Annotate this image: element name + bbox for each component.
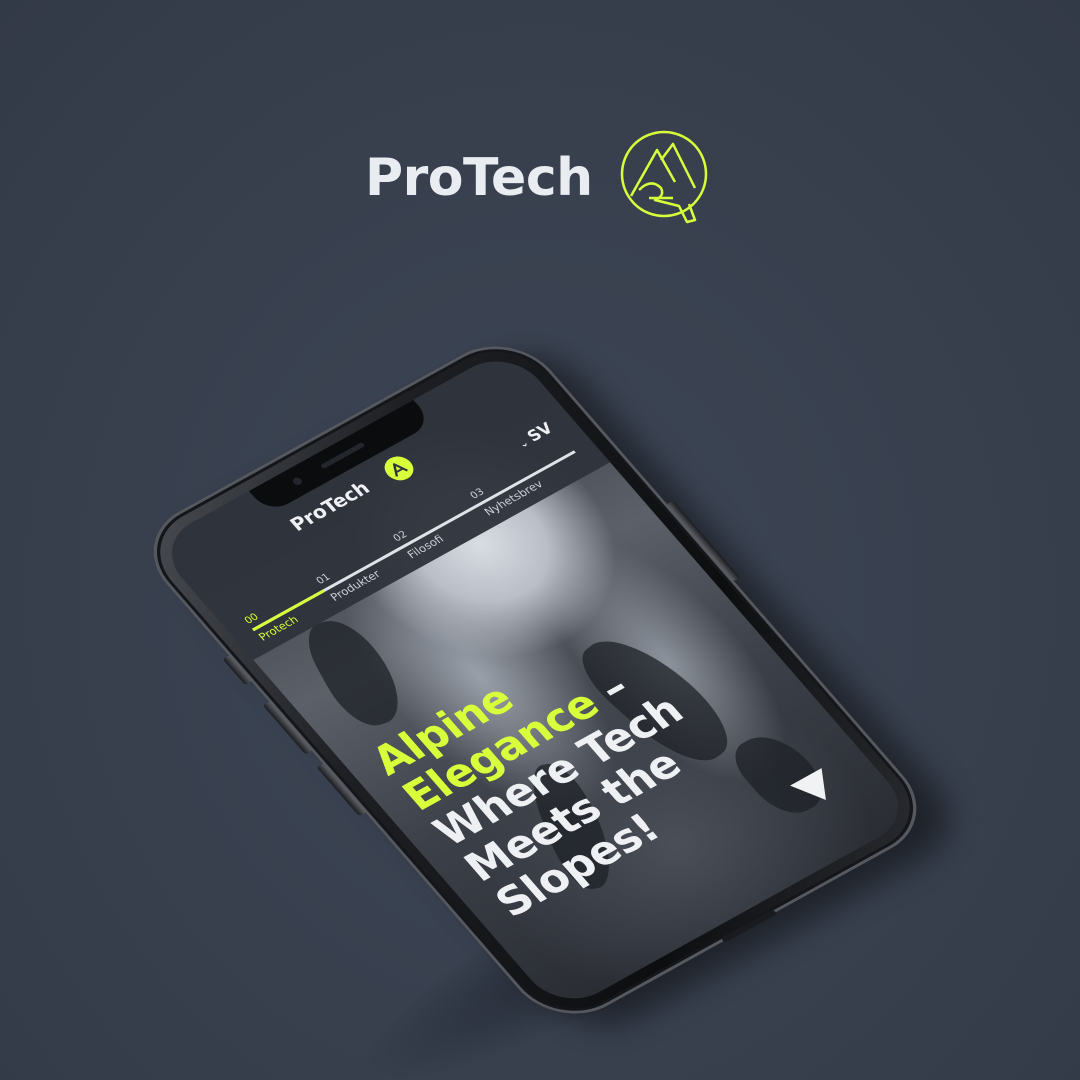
chevron-down-icon: ⌄ bbox=[516, 437, 532, 451]
front-camera bbox=[291, 476, 304, 487]
brand-lockup: ProTech bbox=[365, 126, 725, 226]
showcase-stage: ProTech ProTech ⌄SV 00 Protech 01 Produk… bbox=[0, 0, 1080, 1080]
mountain-a-logo-icon bbox=[620, 130, 708, 224]
mountain-a-badge-icon bbox=[378, 452, 420, 485]
brand-title: ProTech bbox=[365, 148, 593, 208]
language-code: SV bbox=[523, 418, 557, 446]
phone-mockup: ProTech ⌄SV 00 Protech 01 Produkter 02 F… bbox=[127, 326, 943, 1034]
rock-shadow bbox=[296, 611, 414, 734]
